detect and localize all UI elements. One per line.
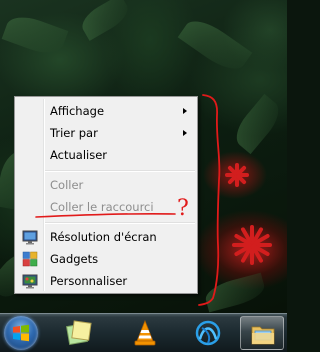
taskbar — [0, 313, 287, 352]
submenu-arrow-icon — [183, 108, 187, 114]
menu-item-label: Personnaliser — [50, 274, 128, 288]
vlc-icon — [134, 319, 156, 346]
menu-item-sort-by[interactable]: Trier par — [17, 122, 195, 144]
start-button[interactable] — [4, 316, 38, 350]
taskbar-battle-net[interactable] — [186, 316, 230, 350]
menu-separator — [45, 222, 195, 224]
menu-item-label: Coller le raccourci — [50, 200, 154, 214]
menu-item-label: Trier par — [50, 126, 98, 140]
menu-item-label: Actualiser — [50, 148, 108, 162]
menu-item-screen-resolution[interactable]: Résolution d'écran — [17, 226, 195, 248]
menu-item-label: Coller — [50, 178, 84, 192]
gadgets-icon — [22, 251, 38, 267]
menu-separator — [45, 170, 195, 172]
windows-explorer-icon — [251, 326, 275, 345]
question-mark-annotation: ? — [177, 196, 189, 221]
battle-net-icon — [195, 320, 221, 346]
windows-logo-icon — [13, 324, 29, 342]
menu-item-label: Affichage — [50, 104, 105, 118]
menu-item-personalize[interactable]: Personnaliser — [17, 270, 195, 292]
menu-item-gadgets[interactable]: Gadgets — [17, 248, 195, 270]
taskbar-windows-explorer[interactable] — [240, 316, 284, 350]
sticky-notes-icon — [65, 320, 92, 346]
taskbar-vlc[interactable] — [123, 316, 167, 350]
submenu-arrow-icon — [183, 130, 187, 136]
desktop-context-menu: Affichage Trier par Actualiser Coller Co… — [14, 96, 198, 294]
personalize-icon — [22, 274, 38, 289]
menu-item-label: Résolution d'écran — [50, 230, 157, 244]
menu-item-refresh[interactable]: Actualiser — [17, 144, 195, 166]
taskbar-sticky-notes[interactable] — [57, 316, 101, 350]
menu-item-paste-shortcut[interactable]: Coller le raccourci — [17, 196, 195, 218]
menu-item-view[interactable]: Affichage — [17, 100, 195, 122]
display-icon — [22, 230, 38, 245]
menu-item-label: Gadgets — [50, 252, 99, 266]
menu-item-paste[interactable]: Coller — [17, 174, 195, 196]
